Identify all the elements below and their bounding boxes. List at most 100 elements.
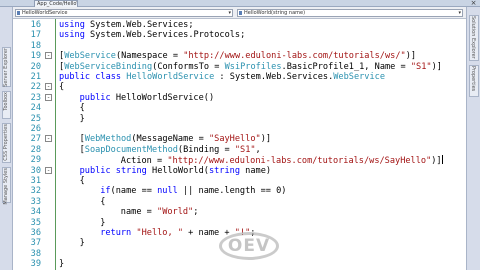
- code-text: name = "World";: [121, 207, 199, 217]
- chevron-down-icon: ▾: [228, 10, 231, 16]
- code-token: "http://www.eduloni-labs.com/tutorials/w…: [183, 51, 406, 62]
- code-token: name): [240, 165, 272, 176]
- class-icon: [17, 11, 20, 15]
- code-token: public: [79, 92, 111, 103]
- line-number: 31: [30, 176, 41, 186]
- code-line: 32 if(name == null || name.length == 0): [13, 186, 466, 196]
- left-panel-tab-label: Toolbox: [3, 92, 9, 111]
- line-number: 36: [30, 228, 41, 238]
- left-panel-tab[interactable]: CSS Properties: [2, 123, 11, 163]
- code-token: (Namespace =: [115, 51, 184, 62]
- code-token: "Hello, ": [136, 228, 183, 238]
- code-token: WebServiceBinding: [64, 61, 153, 72]
- right-tool-panel: Solution Explorer Properties: [466, 7, 480, 270]
- line-number: 20: [30, 61, 41, 72]
- code-text: public string HelloWorld(string name): [80, 166, 271, 176]
- code-token: {: [100, 196, 106, 207]
- right-panel-tab[interactable]: Properties: [469, 65, 479, 97]
- left-panel-tab-label: CSS Properties: [3, 124, 9, 161]
- code-token: }: [79, 238, 85, 249]
- code-token: {: [59, 82, 65, 93]
- left-panel-tab[interactable]: Toolbox: [2, 91, 11, 119]
- right-panel-tab[interactable]: Solution Explorer: [469, 15, 479, 61]
- left-panel-tab[interactable]: Manage Styles: [2, 167, 11, 205]
- code-token: }: [100, 217, 106, 228]
- code-token: System.Web.Services;: [84, 20, 194, 30]
- line-number: 39: [30, 259, 41, 270]
- code-token: {: [79, 103, 85, 114]
- line-number: 32: [30, 186, 41, 197]
- line-number: 18: [30, 40, 41, 51]
- line-number: 16: [30, 20, 41, 30]
- left-panel-tab[interactable]: Server Explorer: [2, 47, 11, 87]
- code-token: )]: [260, 134, 272, 145]
- member-dropdown-value: HelloWorld(string name): [244, 10, 306, 16]
- code-text: if(name == null || name.length == 0): [100, 186, 286, 196]
- code-token: WebService: [333, 72, 385, 82]
- code-token: SoapDocumentMethod: [84, 144, 178, 155]
- code-line: 30- public string HelloWorld(string name): [13, 166, 466, 176]
- code-text: }: [59, 259, 64, 269]
- code-line: 25}: [13, 114, 466, 124]
- code-token: using: [59, 20, 85, 30]
- code-token: || name.length == 0): [177, 186, 287, 197]
- code-token: using: [59, 30, 85, 41]
- code-text: }: [100, 218, 105, 228]
- collapse-icon[interactable]: -: [45, 93, 52, 101]
- code-line: 33 {: [13, 197, 466, 207]
- code-token: WsiProfiles: [224, 61, 282, 72]
- line-number: 28: [30, 144, 41, 155]
- code-token: string: [208, 165, 240, 176]
- code-token: (Binding =: [177, 144, 235, 155]
- close-icon[interactable]: ×: [470, 0, 477, 7]
- code-token: "World": [157, 207, 194, 218]
- code-text: }: [80, 114, 85, 124]
- left-tool-panel: Server Explorer Toolbox CSS Properties M…: [0, 7, 13, 270]
- code-token: WebService: [64, 51, 116, 62]
- code-line: 31 {: [13, 176, 466, 186]
- code-text: }: [80, 238, 85, 248]
- code-text: [WebServiceBinding(ConformsTo = WsiProfi…: [59, 62, 442, 72]
- code-token: {: [79, 176, 85, 186]
- code-line: 35}: [13, 218, 466, 228]
- collapse-icon[interactable]: -: [45, 52, 52, 60]
- code-token: }: [59, 259, 65, 270]
- code-text: using System.Web.Services.Protocols;: [59, 30, 245, 40]
- line-number: 29: [30, 155, 41, 166]
- right-panel-tab-label: Properties: [470, 66, 476, 92]
- method-icon: [239, 11, 242, 15]
- document-tab-strip: App_Code/HelloWorldService.cs ×: [0, 0, 480, 7]
- line-number: 17: [30, 30, 41, 41]
- code-text: {: [59, 82, 64, 92]
- line-number: 22: [30, 82, 41, 93]
- line-number: 23: [30, 92, 41, 103]
- collapse-icon[interactable]: -: [45, 83, 52, 91]
- code-text: public class HelloWorldService : System.…: [59, 72, 385, 82]
- line-number: 37: [30, 238, 41, 249]
- code-line: 19- [WebService(Namespace = "http://www.e…: [13, 51, 466, 61]
- code-token: : System.Web.Services.: [214, 72, 334, 82]
- collapse-icon[interactable]: -: [45, 135, 52, 143]
- document-tab[interactable]: App_Code/HelloWorldService.cs: [34, 0, 78, 7]
- code-token: name =: [120, 207, 158, 218]
- code-text: [WebService(Namespace = "http://www.edul…: [59, 51, 416, 61]
- code-token: "SayHello": [208, 134, 261, 145]
- code-token: (MessageName =: [131, 134, 209, 145]
- code-text: using System.Web.Services;: [59, 20, 194, 30]
- class-dropdown[interactable]: HelloWorldService ▾: [15, 9, 233, 17]
- code-token: (name ==: [110, 186, 158, 197]
- code-token: ,: [255, 144, 261, 155]
- collapse-icon[interactable]: -: [45, 166, 52, 174]
- member-dropdown[interactable]: HelloWorld(string name) ▾: [237, 9, 463, 17]
- code-text: {: [100, 197, 105, 207]
- code-text: public HelloWorldService(): [80, 93, 215, 103]
- code-token: .BasicProfile1_1, Name =: [281, 61, 411, 72]
- code-token: public string: [79, 165, 147, 176]
- line-number: 38: [30, 248, 41, 259]
- line-number: 24: [30, 103, 41, 114]
- code-token: ;: [193, 207, 199, 218]
- line-number: 27: [30, 134, 41, 145]
- code-line: 21 public class HelloWorldService : Syste…: [13, 72, 466, 82]
- code-line: 23- public HelloWorldService(): [13, 93, 466, 103]
- code-line: 34 name = "World";: [13, 207, 466, 217]
